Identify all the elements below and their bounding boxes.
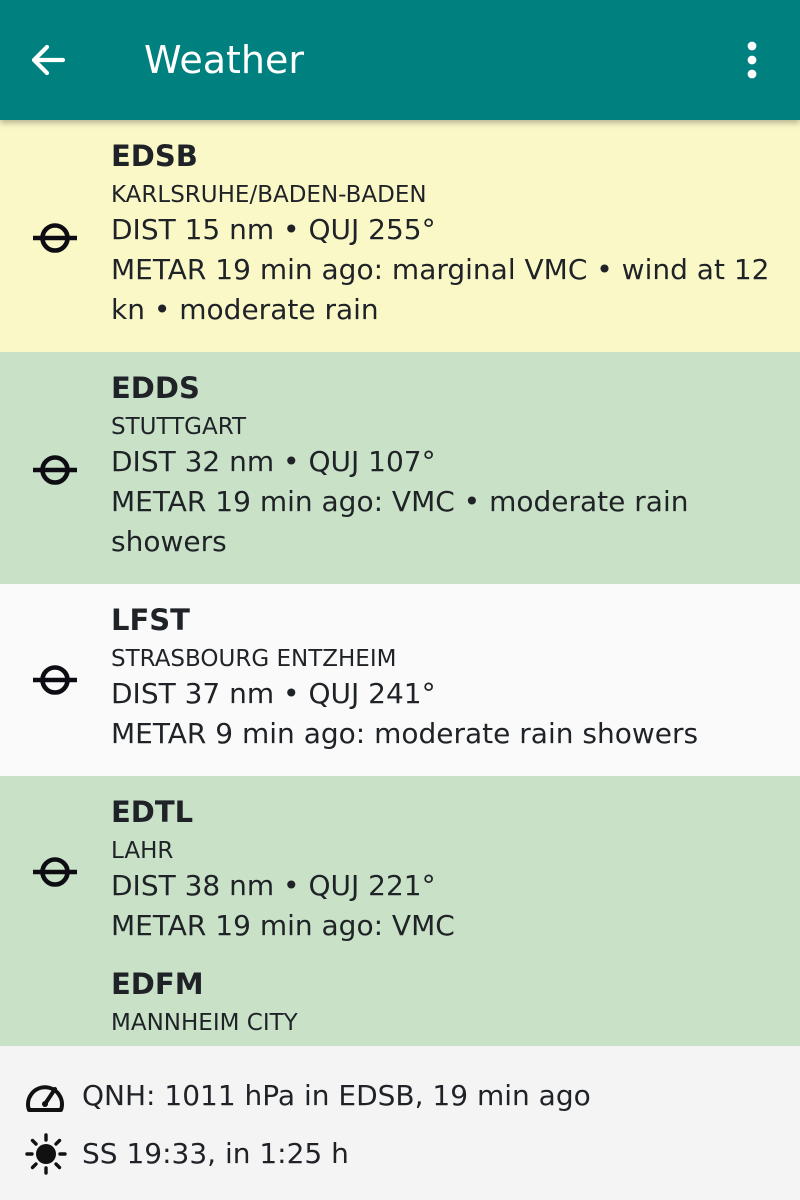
station-code: EDDS	[111, 371, 200, 405]
station-name: LAHR	[111, 838, 174, 864]
station-metar: kn • moderate rain	[111, 293, 379, 326]
station-list[interactable]: EDSB KARLSRUHE/BADEN-BADEN DIST 15 nm • …	[0, 120, 800, 1046]
station-row[interactable]: EDFM MANNHEIM CITY	[0, 967, 800, 1046]
station-name: STRASBOURG ENTZHEIM	[111, 646, 397, 672]
qnh-text: QNH: 1011 hPa in EDSB, 19 min ago	[82, 1079, 591, 1112]
station-code: EDTL	[111, 795, 194, 829]
sunset-text: SS 19:33, in 1:25 h	[82, 1137, 349, 1170]
station-metar: METAR 19 min ago: VMC	[111, 909, 455, 942]
station-distance: DIST 15 nm • QUJ 255°	[111, 213, 436, 246]
station-row[interactable]: EDDS STUTTGART DIST 32 nm • QUJ 107° MET…	[0, 352, 800, 584]
info-panel: QNH: 1011 hPa in EDSB, 19 min ago SS 19:…	[0, 1046, 800, 1200]
page-title: Weather	[144, 38, 304, 82]
station-row[interactable]: LFST STRASBOURG ENTZHEIM DIST 37 nm • QU…	[0, 584, 800, 776]
station-metar: showers	[111, 525, 227, 558]
sun-icon	[25, 1133, 67, 1175]
qnh-info: QNH: 1011 hPa in EDSB, 19 min ago	[24, 1074, 591, 1118]
station-metar: METAR 19 min ago: marginal VMC • wind at…	[111, 253, 770, 286]
station-row[interactable]: EDTL LAHR DIST 38 nm • QUJ 221° METAR 19…	[0, 776, 800, 968]
airfield-icon	[33, 223, 77, 253]
sunset-info: SS 19:33, in 1:25 h	[24, 1132, 349, 1176]
airfield-icon	[33, 665, 77, 695]
station-row[interactable]: EDSB KARLSRUHE/BADEN-BADEN DIST 15 nm • …	[0, 120, 800, 352]
airfield-icon	[33, 455, 77, 485]
station-name: KARLSRUHE/BADEN-BADEN	[111, 182, 427, 208]
speedometer-icon	[26, 1085, 64, 1112]
station-name: MANNHEIM CITY	[111, 1010, 298, 1036]
arrow-left-icon	[31, 44, 66, 76]
app-bar: Weather	[0, 0, 800, 120]
station-distance: DIST 38 nm • QUJ 221°	[111, 869, 436, 902]
station-metar: METAR 19 min ago: VMC • moderate rain	[111, 485, 689, 518]
station-distance: DIST 32 nm • QUJ 107°	[111, 445, 436, 478]
back-button[interactable]	[22, 36, 74, 84]
more-vertical-icon	[747, 41, 757, 79]
airfield-icon	[33, 857, 77, 887]
station-code: EDSB	[111, 139, 198, 173]
station-distance: DIST 37 nm • QUJ 241°	[111, 677, 436, 710]
station-code: LFST	[111, 603, 190, 637]
station-name: STUTTGART	[111, 414, 247, 440]
station-code: EDFM	[111, 967, 204, 1001]
station-metar: METAR 9 min ago: moderate rain showers	[111, 717, 699, 750]
overflow-menu-button[interactable]	[724, 34, 780, 86]
